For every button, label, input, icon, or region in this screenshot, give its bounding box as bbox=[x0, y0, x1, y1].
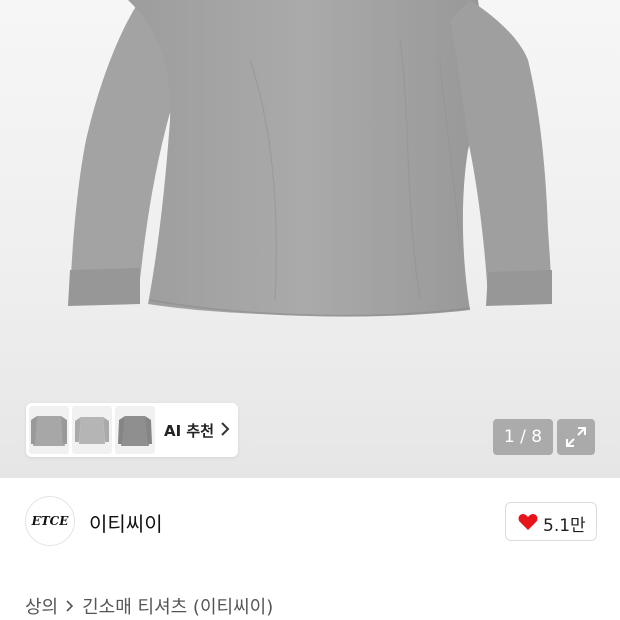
breadcrumb-subcategory[interactable]: 긴소매 티셔츠 (이티씨이) bbox=[82, 593, 273, 619]
chevron-right-icon bbox=[221, 422, 230, 436]
ai-recommend-label: AI 추천 bbox=[164, 422, 215, 440]
heart-icon bbox=[518, 514, 538, 530]
product-image-gallery[interactable]: AI 추천 1 / 8 bbox=[0, 0, 620, 478]
brand-logo[interactable]: ETCE bbox=[25, 496, 75, 546]
ai-thumbnail[interactable] bbox=[72, 406, 112, 454]
like-count: 5.1만 bbox=[543, 516, 586, 536]
image-counter: 1 / 8 bbox=[493, 419, 553, 455]
brand-name[interactable]: 이티씨이 bbox=[89, 508, 163, 537]
ai-thumbnail[interactable] bbox=[115, 406, 155, 454]
breadcrumb: 상의 긴소매 티셔츠 (이티씨이) bbox=[25, 593, 273, 619]
fullscreen-button[interactable] bbox=[557, 419, 595, 455]
like-button[interactable]: 5.1만 bbox=[505, 502, 597, 541]
ai-recommend-button[interactable]: AI 추천 bbox=[26, 403, 238, 457]
breadcrumb-category[interactable]: 상의 bbox=[25, 593, 58, 619]
chevron-right-icon bbox=[66, 600, 74, 612]
expand-icon bbox=[566, 427, 586, 447]
ai-thumbnail[interactable] bbox=[29, 406, 69, 454]
